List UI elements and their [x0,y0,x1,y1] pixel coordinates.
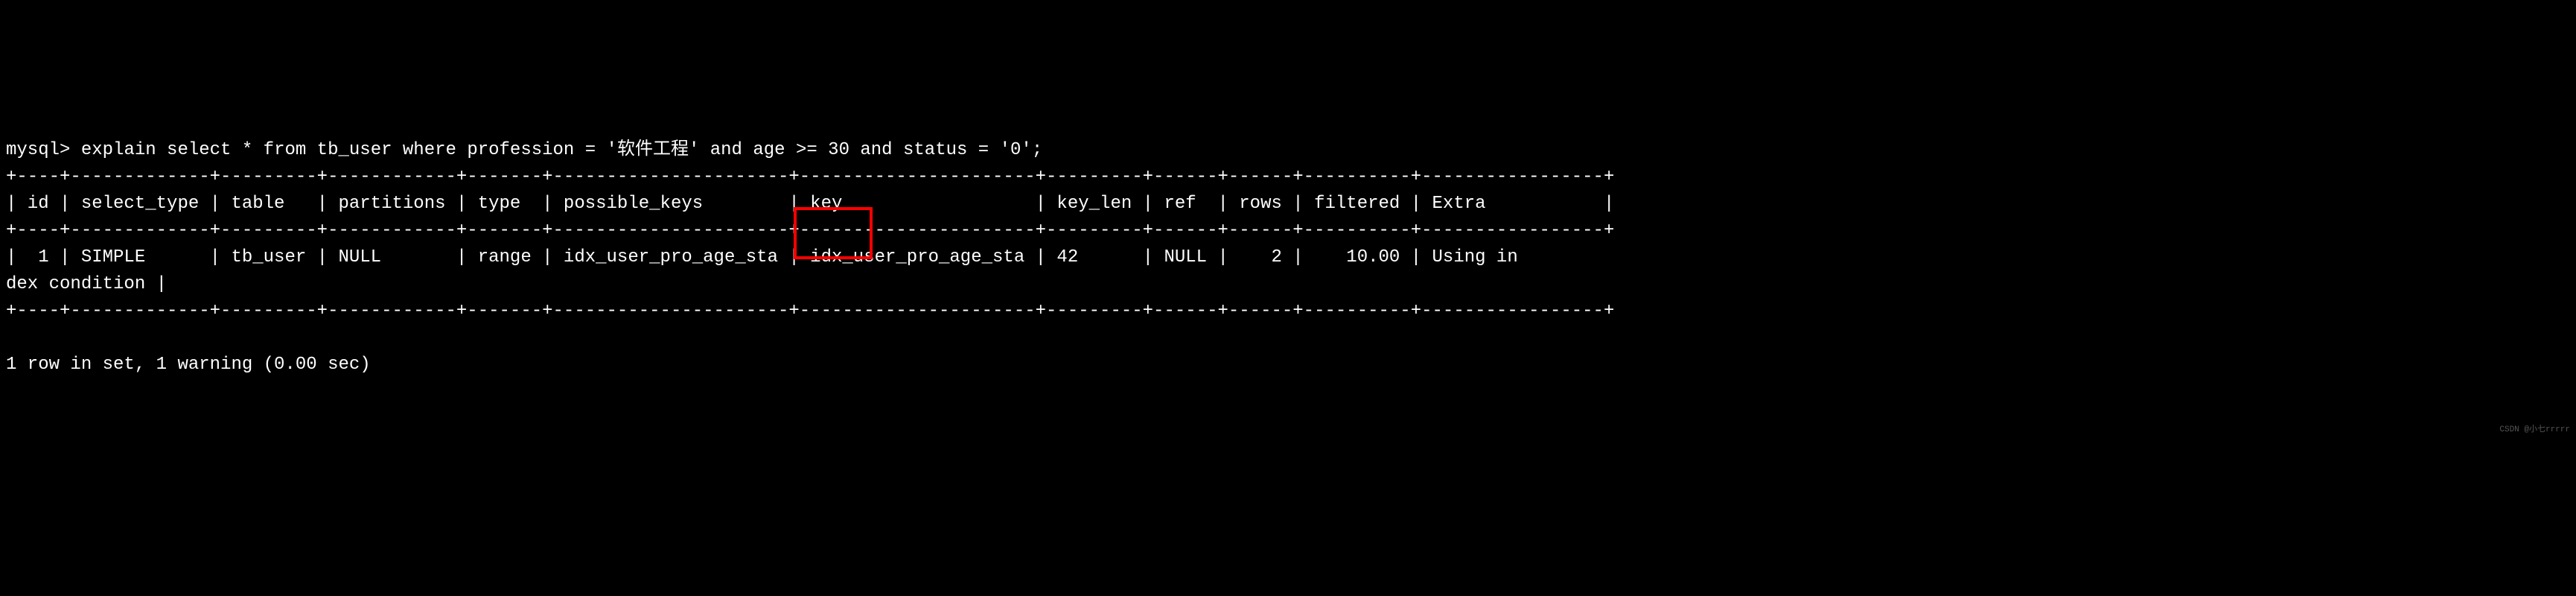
table-border-mid: +----+-------------+---------+----------… [6,221,1614,241]
prompt: mysql> [6,140,70,160]
table-headers: | id | select_type | table | partitions … [6,194,1614,214]
table-row-wrap: dex condition | [6,274,167,294]
table-border-top: +----+-------------+---------+----------… [6,167,1614,187]
sql-command: explain select * from tb_user where prof… [81,140,1042,160]
watermark-text: CSDN @小七rrrrr [2499,424,2570,437]
result-summary: 1 row in set, 1 warning (0.00 sec) [6,355,371,375]
table-border-bottom: +----+-------------+---------+----------… [6,301,1614,321]
mysql-terminal: mysql> explain select * from tb_user whe… [6,110,2570,405]
table-row: | 1 | SIMPLE | tb_user | NULL | range | … [6,247,1518,267]
